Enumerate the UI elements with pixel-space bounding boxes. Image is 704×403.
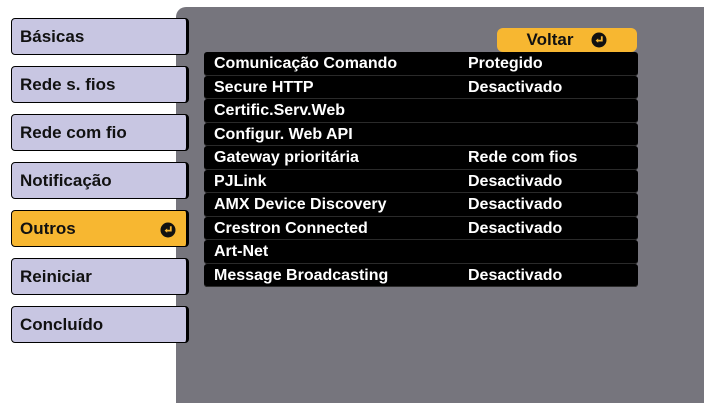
sidebar-item-basicas[interactable]: Básicas — [11, 18, 189, 55]
setting-value: Desactivado — [468, 196, 563, 213]
sidebar-menu: Básicas Rede s. fios Rede com fio Notifi… — [11, 0, 191, 403]
setting-value: Protegido — [468, 55, 543, 72]
setting-label: Certific.Serv.Web — [214, 102, 346, 119]
setting-row-art-net[interactable]: Art-Net — [204, 240, 638, 264]
back-button-label: Voltar — [526, 30, 574, 49]
sidebar-item-notificacao[interactable]: Notificação — [11, 162, 189, 199]
setting-row-message-broadcasting[interactable]: Message Broadcasting Desactivado — [204, 263, 638, 287]
setting-label: PJLink — [214, 172, 267, 190]
setting-label: Crestron Connected — [214, 219, 368, 237]
setting-value: Desactivado — [468, 172, 563, 190]
setting-label: Configur. Web API — [214, 125, 353, 143]
sidebar-item-reiniciar[interactable]: Reiniciar — [11, 258, 189, 295]
setting-value: Rede com fios — [468, 149, 578, 166]
setting-value: Desactivado — [468, 219, 563, 237]
sidebar-item-label: Concluído — [20, 314, 104, 334]
sidebar-item-concluido[interactable]: Concluído — [11, 306, 189, 343]
setting-row-comunicacao-comando[interactable]: Comunicação Comando Protegido — [204, 52, 638, 76]
sidebar-item-rede-sem-fios[interactable]: Rede s. fios — [11, 66, 189, 103]
setting-label: Message Broadcasting — [214, 266, 389, 284]
sidebar-item-outros[interactable]: Outros — [11, 210, 189, 247]
sidebar-item-label: Básicas — [20, 26, 85, 46]
setting-row-pjlink[interactable]: PJLink Desactivado — [204, 169, 638, 193]
enter-return-icon — [160, 222, 176, 238]
setting-row-secure-http[interactable]: Secure HTTP Desactivado — [204, 75, 638, 99]
setting-label: Art-Net — [214, 243, 269, 260]
setting-label: AMX Device Discovery — [214, 196, 387, 213]
sidebar-item-label: Notificação — [20, 170, 112, 190]
sidebar-item-label: Outros — [20, 218, 76, 238]
back-button[interactable]: Voltar — [497, 28, 637, 52]
setting-value: Desactivado — [468, 266, 563, 284]
setting-row-amx-device-discovery[interactable]: AMX Device Discovery Desactivado — [204, 193, 638, 217]
setting-row-certific-serv-web[interactable]: Certific.Serv.Web — [204, 99, 638, 123]
enter-return-icon — [591, 32, 607, 48]
setting-row-configur-web-api[interactable]: Configur. Web API — [204, 122, 638, 146]
sidebar-item-label: Rede com fio — [20, 122, 127, 142]
setting-label: Secure HTTP — [214, 78, 314, 96]
settings-list: Comunicação Comando Protegido Secure HTT… — [204, 52, 638, 287]
setting-value: Desactivado — [468, 78, 563, 96]
setting-label: Comunicação Comando — [214, 55, 398, 72]
setting-label: Gateway prioritária — [214, 149, 359, 166]
sidebar-item-label: Rede s. fios — [20, 74, 116, 94]
setting-row-gateway-prioritaria[interactable]: Gateway prioritária Rede com fios — [204, 146, 638, 170]
projector-network-menu: Básicas Rede s. fios Rede com fio Notifi… — [0, 0, 704, 403]
sidebar-item-rede-com-fio[interactable]: Rede com fio — [11, 114, 189, 151]
sidebar-item-label: Reiniciar — [20, 266, 92, 286]
setting-row-crestron-connected[interactable]: Crestron Connected Desactivado — [204, 216, 638, 240]
